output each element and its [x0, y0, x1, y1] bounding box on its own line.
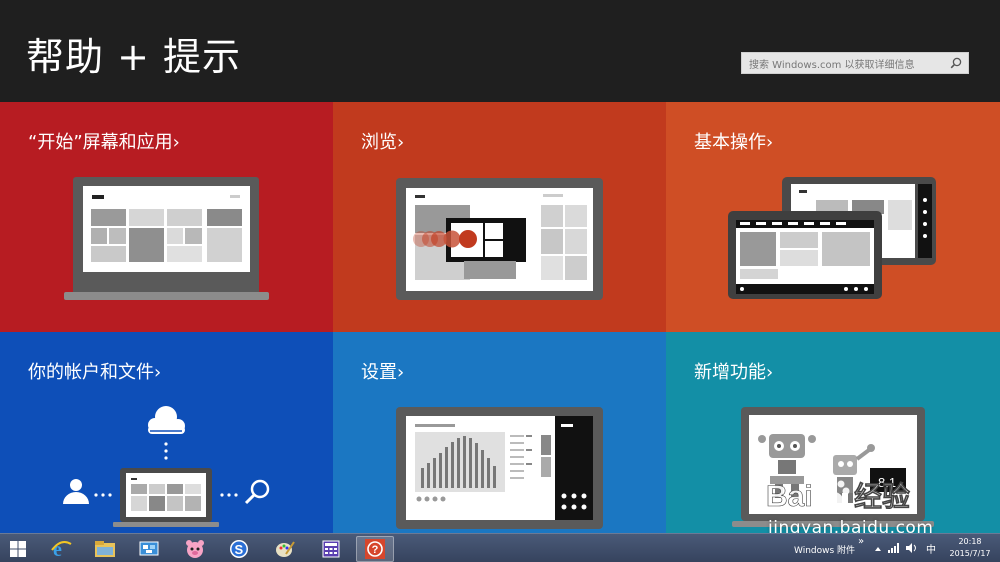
show-hidden-icons-icon[interactable] [874, 545, 882, 553]
search-box[interactable] [741, 52, 969, 76]
folder-icon [95, 541, 115, 557]
clock-date: 2015/7/17 [949, 549, 991, 558]
taskbar-help-app[interactable]: ? [356, 536, 394, 562]
ie-icon: e [51, 539, 72, 560]
tile-start-screen-and-apps[interactable]: “开始”屏幕和应用› [0, 102, 333, 332]
tile-settings[interactable]: 设置› [333, 332, 666, 533]
accounts-files-illustration [63, 406, 270, 527]
laptop-start-screen-illustration [64, 177, 269, 300]
svg-text:?: ? [372, 544, 379, 556]
search-icon [950, 57, 962, 69]
pig-app-icon [186, 540, 204, 558]
help-app-icon: ? [365, 539, 385, 559]
tile-accounts-and-files[interactable]: 你的帐户和文件› [0, 332, 333, 533]
taskbar-paint[interactable] [266, 536, 304, 562]
paint-icon [276, 541, 295, 557]
calculator-icon [322, 540, 340, 558]
toolbar-windows-accessories[interactable]: Windows 附件 [794, 543, 855, 556]
windows-logo-icon [10, 541, 26, 557]
svg-text:S: S [235, 542, 244, 557]
ime-indicator[interactable]: 中 [926, 541, 936, 556]
taskbar-file-explorer[interactable] [86, 536, 124, 562]
taskbar-network-app[interactable] [130, 536, 168, 562]
magnifier-icon [244, 479, 270, 505]
taskbar-calculator[interactable] [312, 536, 350, 562]
laptop-settings-illustration [396, 407, 603, 529]
search-input[interactable] [742, 55, 942, 76]
laptop-browse-illustration [396, 178, 603, 300]
toolbar-expand-chevron[interactable]: » [858, 536, 864, 547]
help-tips-app: 帮助 + 提示 “开始”屏幕和应用› [0, 0, 1000, 562]
version-text: 8.1 [878, 475, 896, 490]
tile-whats-new[interactable]: 新增功能› 8.1 [666, 332, 1000, 533]
sogou-icon: S [230, 540, 248, 558]
taskbar-sogou[interactable]: S [220, 536, 258, 562]
header: 帮助 + 提示 [0, 0, 1000, 102]
tile-browse[interactable]: 浏览› [333, 102, 666, 332]
volume-icon[interactable] [906, 543, 918, 553]
cloud-icon [148, 406, 185, 434]
network-signal-icon[interactable] [888, 543, 900, 553]
laptop-robots-illustration: 8.1 [732, 407, 934, 527]
clock-time: 20:18 [958, 537, 982, 546]
start-button[interactable] [2, 536, 34, 562]
user-icon [63, 479, 89, 504]
search-button[interactable] [944, 53, 968, 73]
taskbar-ie[interactable]: e [42, 536, 80, 562]
tablets-illustration [728, 177, 936, 299]
network-icon [139, 541, 159, 556]
taskbar: e S ? Windows 附件 » 中 20:18 2015/7/17 [0, 533, 1000, 562]
tile-basic-operations[interactable]: 基本操作› [666, 102, 1000, 332]
clock[interactable]: 20:18 2015/7/17 [944, 536, 996, 560]
page-title: 帮助 + 提示 [26, 35, 241, 79]
taskbar-pig-app[interactable] [176, 536, 214, 562]
